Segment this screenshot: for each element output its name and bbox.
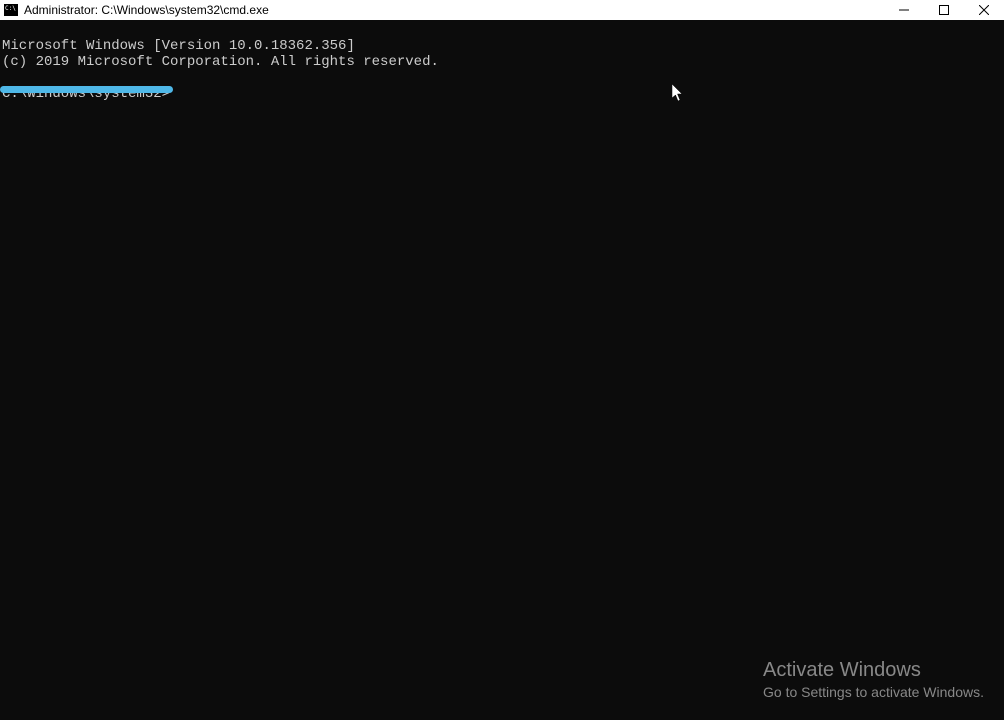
highlight-annotation [0, 86, 173, 93]
minimize-button[interactable] [884, 0, 924, 20]
close-button[interactable] [964, 0, 1004, 20]
maximize-button[interactable] [924, 0, 964, 20]
watermark-subtitle: Go to Settings to activate Windows. [763, 684, 984, 700]
activation-watermark: Activate Windows Go to Settings to activ… [763, 659, 984, 700]
cmd-icon [4, 4, 18, 16]
watermark-title: Activate Windows [763, 659, 984, 682]
window-titlebar: Administrator: C:\Windows\system32\cmd.e… [0, 0, 1004, 20]
terminal-line-version: Microsoft Windows [Version 10.0.18362.35… [2, 38, 355, 54]
window-controls [884, 0, 1004, 20]
terminal-line-copyright: (c) 2019 Microsoft Corporation. All righ… [2, 54, 439, 70]
window-title: Administrator: C:\Windows\system32\cmd.e… [24, 3, 269, 17]
